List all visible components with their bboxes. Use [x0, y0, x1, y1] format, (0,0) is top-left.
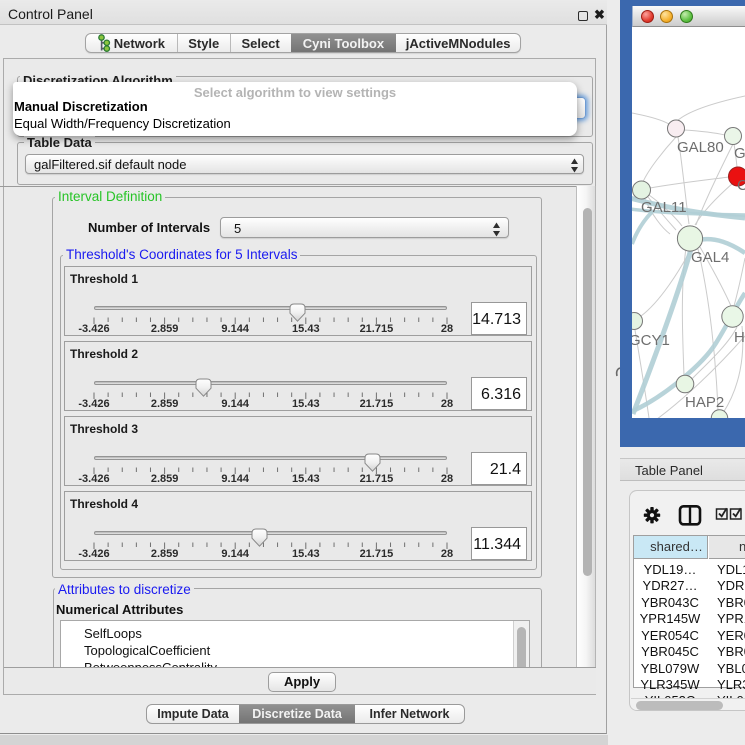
svg-text:C: C [737, 177, 745, 194]
svg-text:H: H [734, 329, 745, 346]
svg-text:GAL11: GAL11 [641, 199, 687, 216]
svg-text:GAL80: GAL80 [677, 139, 724, 156]
svg-text:GCY1: GCY1 [632, 332, 670, 349]
svg-text:GA: GA [734, 145, 745, 162]
svg-text:HAP2: HAP2 [685, 394, 724, 411]
svg-text:GAL4: GAL4 [691, 249, 729, 266]
